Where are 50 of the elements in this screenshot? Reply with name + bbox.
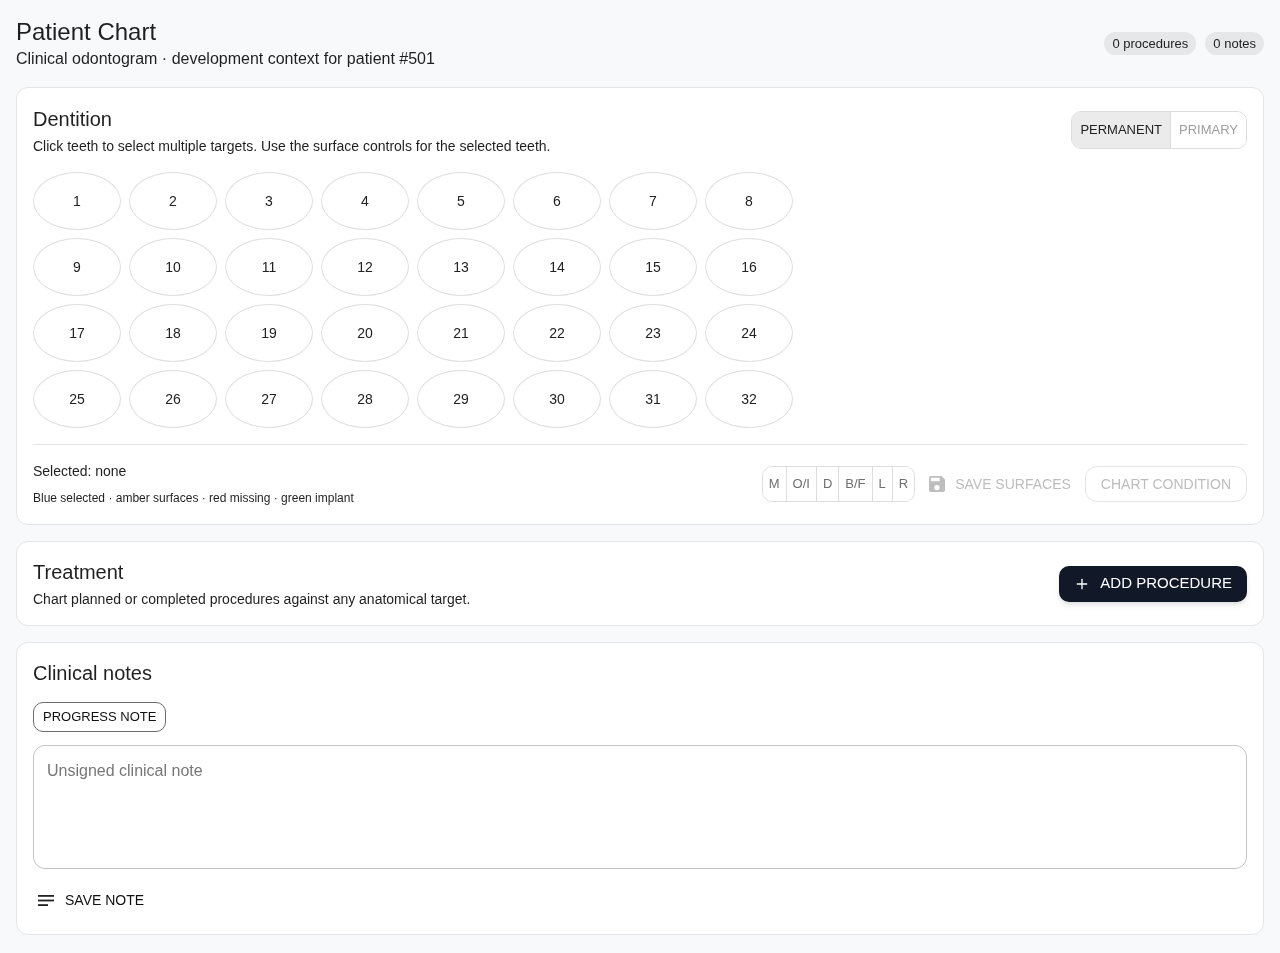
tooth-button[interactable]: 19 — [225, 304, 313, 362]
count-badge: 0 notes — [1205, 32, 1264, 55]
progress-note-button[interactable]: PROGRESS NOTE — [33, 702, 167, 732]
tooth-button[interactable]: 7 — [609, 172, 697, 230]
tooth-button[interactable]: 4 — [321, 172, 409, 230]
tooth-button[interactable]: 2 — [129, 172, 217, 230]
tooth-button[interactable]: 9 — [33, 238, 121, 296]
tooth-button[interactable]: 1 — [33, 172, 121, 230]
tooth-button[interactable]: 16 — [705, 238, 793, 296]
save-note-button[interactable]: SAVE NOTE — [33, 884, 150, 916]
tooth-button[interactable]: 30 — [513, 370, 601, 428]
count-badge: 0 procedures — [1104, 32, 1197, 55]
tooth-button[interactable]: 5 — [417, 172, 505, 230]
surface-toggle[interactable]: R — [891, 467, 915, 501]
tooth-button[interactable]: 22 — [513, 304, 601, 362]
tooth-button[interactable]: 10 — [129, 238, 217, 296]
tooth-button[interactable]: 8 — [705, 172, 793, 230]
tooth-button[interactable]: 18 — [129, 304, 217, 362]
page-subtitle: Clinical odontogram · development context for patient #501 — [16, 49, 435, 69]
tooth-button[interactable]: 21 — [417, 304, 505, 362]
section-description: Chart planned or completed procedures against any anatomical target. — [33, 590, 471, 609]
section-heading: Clinical notes — [33, 661, 152, 686]
tooth-button[interactable]: 27 — [225, 370, 313, 428]
tooth-button[interactable]: 29 — [417, 370, 505, 428]
page-title: Patient Chart — [16, 17, 157, 47]
tooth-button[interactable]: 14 — [513, 238, 601, 296]
section-heading: Treatment — [33, 560, 124, 585]
section-description: Click teeth to select multiple targets. Use the surface controls for the selected teeth. — [33, 137, 551, 156]
tooth-button[interactable]: 20 — [321, 304, 409, 362]
add-procedure-button[interactable]: ADD PROCEDURE — [1059, 565, 1247, 602]
tooth-button[interactable]: 15 — [609, 238, 697, 296]
tooth-button[interactable]: 13 — [417, 238, 505, 296]
tooth-button[interactable]: 23 — [609, 304, 697, 362]
tooth-button[interactable]: 32 — [705, 370, 793, 428]
tooth-button[interactable]: 17 — [33, 304, 121, 362]
note-field[interactable]: Unsigned clinical note — [33, 745, 1247, 869]
selection-summary: Selected: none — [33, 462, 127, 481]
tooth-button[interactable]: 25 — [33, 370, 121, 428]
tooth-button[interactable]: 28 — [321, 370, 409, 428]
tooth-button[interactable]: 11 — [225, 238, 313, 296]
tooth-button[interactable]: 12 — [321, 238, 409, 296]
tooth-button[interactable]: 3 — [225, 172, 313, 230]
text-lines-icon — [38, 894, 54, 906]
section-heading: Dentition — [33, 107, 112, 132]
dentition-tab[interactable]: PERMANENT — [1072, 112, 1170, 148]
color-legend: Blue selected · amber surfaces · red missing · green implant — [33, 490, 354, 506]
tooth-button[interactable]: 26 — [129, 370, 217, 428]
tooth-button[interactable]: 6 — [513, 172, 601, 230]
tooth-button[interactable]: 31 — [609, 370, 697, 428]
tooth-button[interactable]: 24 — [705, 304, 793, 362]
